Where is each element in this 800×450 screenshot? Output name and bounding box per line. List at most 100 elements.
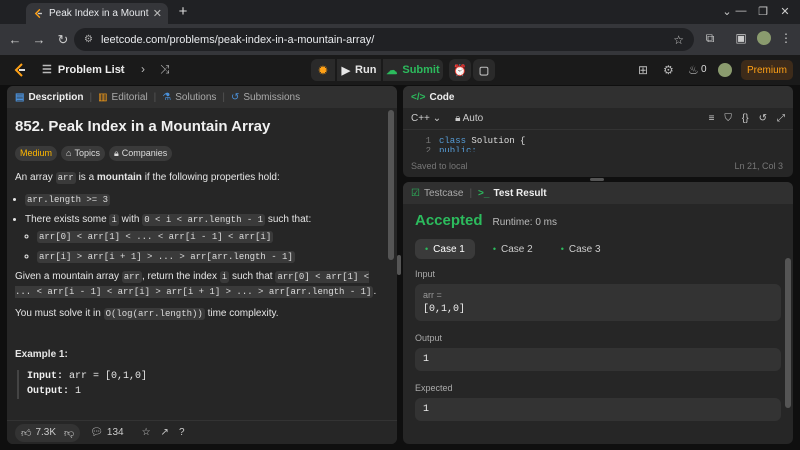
- expected-value[interactable]: 1: [423, 404, 773, 415]
- test-result-label: Test Result: [493, 187, 547, 199]
- flask-icon: ⚗: [162, 91, 172, 103]
- problem-title[interactable]: 852. Peak Index in a Mountain Array: [15, 116, 379, 138]
- debug-button[interactable]: ✹: [311, 59, 335, 81]
- task-text: , return the index: [141, 271, 217, 283]
- notes-button[interactable]: ▢: [473, 59, 495, 81]
- prev-problem-icon[interactable]: ‹: [120, 62, 124, 76]
- code-line: 1 class Solution {: [403, 136, 793, 146]
- submit-label: Submit: [402, 64, 440, 76]
- language-select[interactable]: C++ ⌄: [411, 113, 441, 124]
- thumbs-up-icon[interactable]: 👍︎: [21, 427, 31, 439]
- result-body: Accepted Runtime: 0 ms • Case 1 • Case 2 •…: [403, 204, 793, 441]
- comment-icon[interactable]: 💬︎: [90, 427, 103, 438]
- site-info-icon[interactable]: ⚙: [84, 34, 93, 45]
- description-tabs: ▤ Description | ▥ Editorial | ⚗ Solutions |…: [7, 86, 397, 108]
- example-block: Input: arr = [0,1,0] Output: 1: [17, 370, 379, 400]
- sub-conditions-list: arr[0] < arr[1] < ... < arr[i - 1] < arr…: [37, 230, 379, 264]
- minimize-icon[interactable]: —: [733, 5, 749, 17]
- inline-code: O(log(arr.length)): [103, 308, 205, 321]
- reset-icon[interactable]: ↺: [759, 113, 767, 124]
- side-panel-icon[interactable]: ▣: [733, 31, 749, 45]
- run-button[interactable]: ▶ Run: [337, 59, 381, 81]
- description-scrollbar[interactable]: [388, 110, 394, 260]
- problem-description: 852. Peak Index in a Mountain Array Medi…: [7, 108, 379, 422]
- tab-code[interactable]: </> Code: [411, 92, 454, 103]
- cloud-upload-icon: ☁: [386, 64, 398, 77]
- companies-badge[interactable]: 🔒︎ Companies: [108, 145, 173, 161]
- tab-test-result[interactable]: >_ Test Result: [478, 188, 547, 199]
- reload-icon[interactable]: ↻: [54, 32, 72, 48]
- close-tab-icon[interactable]: ✕: [153, 7, 162, 20]
- favorite-star-icon[interactable]: ☆: [142, 427, 151, 438]
- browser-profile-avatar[interactable]: [757, 31, 771, 45]
- lock-icon: 🔒︎: [113, 147, 119, 158]
- browser-menu-icon[interactable]: ⋮: [778, 31, 794, 45]
- back-icon[interactable]: ←: [6, 32, 24, 47]
- tab-solutions[interactable]: ⚗ Solutions: [162, 92, 216, 103]
- conditions-list: arr.length >= 3 There exists some i with…: [25, 193, 379, 264]
- user-avatar[interactable]: [718, 63, 732, 77]
- auto-mode[interactable]: 🔒︎ Auto: [455, 113, 483, 124]
- book-icon: ▥: [98, 91, 108, 103]
- result-scrollbar[interactable]: [785, 258, 791, 408]
- topics-badge[interactable]: ⌂ Topics: [61, 145, 105, 161]
- code-line: 2 public:: [403, 146, 793, 152]
- layout-grid-icon[interactable]: ⊞: [638, 63, 648, 77]
- browser-tab[interactable]: Peak Index in a Mountain Arra ✕: [26, 3, 168, 24]
- testcase-label: Testcase: [423, 187, 464, 199]
- like-count: 7.3K: [35, 427, 57, 438]
- thumbs-down-icon[interactable]: 👎︎: [64, 427, 74, 439]
- lock-icon: 🔒︎: [455, 113, 461, 124]
- leetcode-navbar: ☰ Problem List ‹ › ⤨ ✹ ▶ Run ☁ Submit ⏰ ▢ …: [0, 55, 800, 85]
- vertical-resize-handle[interactable]: [397, 255, 401, 275]
- problem-list-button[interactable]: ☰ Problem List: [42, 63, 125, 77]
- case-tab[interactable]: • Case 1: [415, 239, 475, 259]
- streak-fire-icon[interactable]: ♨: [688, 63, 699, 77]
- forward-icon[interactable]: →: [30, 32, 48, 47]
- bookmark-icon[interactable]: ⛉: [724, 113, 732, 124]
- help-icon[interactable]: ?: [179, 427, 185, 438]
- runtime-label: Runtime: 0 ms: [492, 217, 557, 228]
- new-tab-button[interactable]: +: [176, 3, 190, 20]
- format-lines-icon[interactable]: ≡: [709, 113, 715, 124]
- submit-button[interactable]: ☁ Submit: [383, 59, 443, 81]
- complexity-paragraph: You must solve it in O(log(arr.length)) …: [15, 307, 379, 322]
- extensions-icon[interactable]: ⧉: [702, 31, 718, 46]
- timer-button[interactable]: ⏰: [449, 59, 471, 81]
- horizontal-resize-handle[interactable]: [590, 178, 604, 181]
- inline-code: i: [109, 213, 119, 226]
- shuffle-icon[interactable]: ⤨: [160, 62, 170, 77]
- tab-title: Peak Index in a Mountain Arra: [49, 8, 149, 19]
- complexity-text: time complexity.: [207, 308, 279, 320]
- tab-description[interactable]: ▤ Description: [15, 92, 83, 103]
- list-item: arr[0] < arr[1] < ... < arr[i - 1] < arr…: [37, 230, 379, 245]
- case-tab[interactable]: • Case 2: [483, 239, 543, 259]
- inline-code: i: [219, 271, 230, 284]
- play-icon: ▶: [341, 64, 351, 77]
- input-value[interactable]: [0,1,0]: [423, 304, 773, 315]
- bookmark-star-icon[interactable]: ☆: [673, 33, 684, 47]
- share-icon[interactable]: ↗: [161, 427, 169, 438]
- case-label: Case 3: [568, 243, 601, 255]
- tab-submissions[interactable]: ↺ Submissions: [231, 92, 300, 103]
- tab-submissions-label: Submissions: [243, 91, 301, 103]
- settings-gear-icon[interactable]: ⚙: [663, 63, 674, 77]
- restore-icon[interactable]: ❐: [755, 5, 771, 18]
- tab-testcase[interactable]: ☑ Testcase: [411, 188, 463, 199]
- history-icon: ↺: [231, 91, 240, 103]
- auto-label: Auto: [462, 113, 484, 124]
- next-problem-icon[interactable]: ›: [141, 62, 145, 76]
- close-window-icon[interactable]: ✕: [777, 5, 793, 18]
- address-bar[interactable]: ⚙ leetcode.com/problems/peak-index-in-a-…: [74, 28, 694, 51]
- premium-button[interactable]: Premium: [741, 60, 793, 80]
- browser-titlebar: Peak Index in a Mountain Arra ✕ + ⌄ — ❐ …: [0, 0, 800, 24]
- output-value[interactable]: 1: [423, 354, 773, 365]
- case-tab[interactable]: • Case 3: [551, 239, 611, 259]
- tab-divider: |: [153, 91, 157, 103]
- code-editor[interactable]: 1 class Solution { 2 public:: [403, 130, 793, 152]
- leetcode-logo-icon[interactable]: [12, 62, 28, 78]
- expand-icon[interactable]: ⤢: [777, 113, 785, 124]
- tab-editorial[interactable]: ▥ Editorial: [98, 92, 148, 103]
- code-brackets-icon: </>: [411, 91, 426, 103]
- braces-icon[interactable]: {}: [742, 113, 749, 124]
